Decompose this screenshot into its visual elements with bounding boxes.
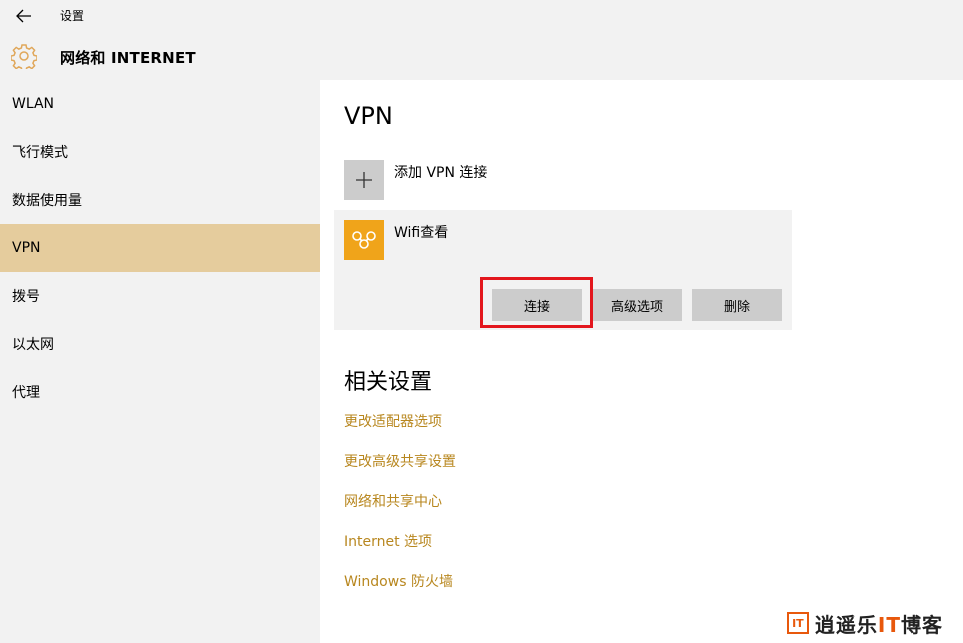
add-vpn-label: 添加 VPN 连接 [394, 165, 488, 181]
watermark: IT 逍遥乐IT博客 [786, 611, 943, 637]
title-bar: 设置 [0, 0, 963, 32]
link-internet-options[interactable]: Internet 选项 [344, 531, 432, 551]
sidebar-item-label: 飞行模式 [12, 145, 68, 161]
section-title: 网络和 INTERNET [60, 49, 196, 67]
sidebar-item-label: VPN [12, 240, 41, 256]
sidebar-item-label: WLAN [12, 96, 55, 112]
sidebar-item-data-usage[interactable]: 数据使用量 [0, 176, 320, 224]
link-windows-firewall[interactable]: Windows 防火墙 [344, 571, 453, 591]
gear-icon [11, 44, 37, 69]
main-content: VPN 添加 VPN 连接 Wifi查看 连接 高级选项 删除 相关设置 更改适… [320, 80, 963, 643]
sidebar-item-label: 数据使用量 [12, 193, 82, 209]
connect-button[interactable]: 连接 [492, 289, 582, 321]
page-header: 网络和 INTERNET [0, 32, 963, 80]
app-title: 设置 [60, 9, 85, 23]
link-adapter-options[interactable]: 更改适配器选项 [344, 411, 442, 431]
advanced-options-button[interactable]: 高级选项 [592, 289, 682, 321]
vpn-connection-name: Wifi查看 [394, 225, 449, 241]
sidebar-item-label: 代理 [12, 385, 40, 401]
delete-button[interactable]: 删除 [692, 289, 782, 321]
sidebar-item-label: 以太网 [12, 337, 54, 353]
related-settings-title: 相关设置 [344, 370, 433, 395]
link-advanced-sharing[interactable]: 更改高级共享设置 [344, 451, 456, 471]
back-button[interactable] [10, 5, 38, 27]
sidebar-item-airplane-mode[interactable]: 飞行模式 [0, 128, 320, 176]
add-vpn-button[interactable]: 添加 VPN 连接 [344, 160, 694, 200]
page-title: VPN [344, 102, 393, 130]
sidebar-item-dial-up[interactable]: 拨号 [0, 272, 320, 320]
sidebar-item-vpn[interactable]: VPN [0, 224, 320, 272]
vpn-connection-icon [344, 220, 384, 260]
plus-icon [344, 160, 384, 200]
vpn-connection-card[interactable]: Wifi查看 连接 高级选项 删除 [334, 210, 792, 330]
sidebar-item-wlan[interactable]: WLAN [0, 80, 320, 128]
sidebar-item-proxy[interactable]: 代理 [0, 368, 320, 416]
watermark-logo-icon: IT [786, 612, 809, 634]
sidebar: WLAN 飞行模式 数据使用量 VPN 拨号 以太网 代理 [0, 80, 320, 643]
back-arrow-icon [16, 9, 31, 23]
watermark-text: 逍遥乐IT博客 [814, 612, 943, 637]
sidebar-item-label: 拨号 [12, 289, 40, 305]
link-network-sharing-center[interactable]: 网络和共享中心 [344, 491, 442, 511]
sidebar-item-ethernet[interactable]: 以太网 [0, 320, 320, 368]
